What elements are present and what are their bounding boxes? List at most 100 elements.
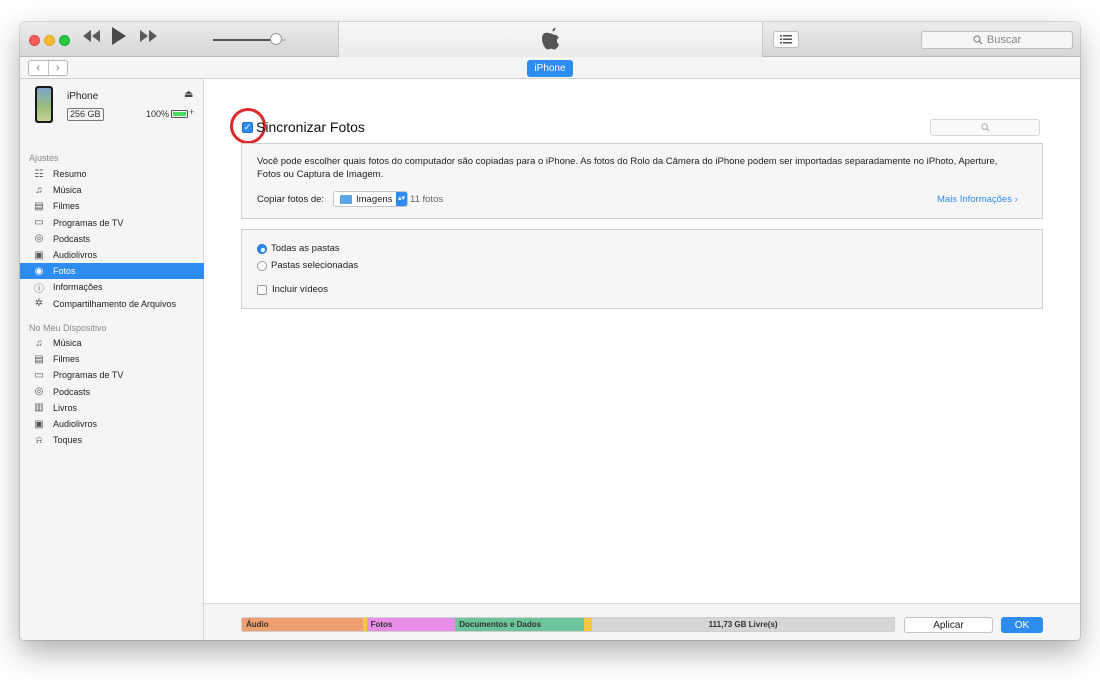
sidebar-item-label: Informações <box>53 282 103 293</box>
all-folders-radio[interactable] <box>257 243 267 254</box>
sidebar-device-item-filmes[interactable]: ▤ Filmes <box>20 351 204 367</box>
include-videos-label: Incluir vídeos <box>272 284 328 295</box>
sidebar-device-item-podcasts[interactable]: ◎ Podcasts <box>20 384 204 400</box>
storage-segment: Áudio <box>242 618 363 631</box>
film-icon: ▤ <box>34 353 44 365</box>
iphone-device-icon <box>35 86 53 123</box>
film-icon: ▤ <box>34 200 44 212</box>
sidebar-item-label: Fotos <box>53 266 76 277</box>
option-all-folders[interactable]: Todas as pastas <box>257 243 340 254</box>
sidebar-item-label: Podcasts <box>53 233 91 244</box>
device-capacity-badge: 256 GB <box>67 108 104 121</box>
copy-from-value: Imagens <box>356 193 393 205</box>
main-content: ✓ Sincronizar Fotos Você pode escolher q… <box>204 79 1080 640</box>
sidebar-item-label: Música <box>53 185 82 196</box>
podcast-icon: ◎ <box>34 386 44 398</box>
sidebar-item-label: Filmes <box>53 354 80 365</box>
include-videos-checkbox[interactable] <box>257 284 267 295</box>
chevron-right-icon[interactable]: › <box>49 61 68 75</box>
book-icon: ▥ <box>34 402 44 414</box>
tv-icon: ▭ <box>34 217 44 229</box>
sidebar-item-resumo[interactable]: ☷ Resumo <box>20 166 204 182</box>
sidebar-device-item-livros[interactable]: ▥ Livros <box>20 400 204 416</box>
history-navigation: ‹ › <box>28 60 68 76</box>
summary-icon: ☷ <box>34 168 44 180</box>
device-tab-iphone[interactable]: iPhone <box>527 60 573 77</box>
podcast-icon: ◎ <box>34 233 44 245</box>
storage-segment <box>583 618 593 631</box>
storage-segment: Documentos e Dados <box>455 618 584 631</box>
audiobook-icon: ▣ <box>34 418 44 430</box>
tv-icon: ▭ <box>34 369 44 381</box>
select-stepper-icon: ▴▾ <box>396 192 407 206</box>
sync-photos-title: Sincronizar Fotos <box>256 119 365 135</box>
ok-button[interactable]: OK <box>1001 617 1043 633</box>
volume-slider-knob[interactable] <box>270 33 282 45</box>
sidebar-item-label: Compartilhamento de Arquivos <box>53 298 177 309</box>
close-window-button[interactable] <box>29 35 40 46</box>
sidebar-item-label: Livros <box>53 402 78 413</box>
sidebar-item-label: Programas de TV <box>53 370 124 381</box>
option-include-videos[interactable]: Incluir vídeos <box>257 284 328 295</box>
sidebar-item-label: Resumo <box>53 169 87 179</box>
up-next-list-button[interactable] <box>773 31 799 48</box>
chevron-left-icon[interactable]: ‹ <box>29 61 49 75</box>
sidebar-item-audiolivros[interactable]: ▣ Audiolivros <box>20 247 204 263</box>
battery-percentage: 100% <box>146 109 170 119</box>
music-icon: ♫ <box>35 337 43 349</box>
sidebar: iPhone ⏏ 256 GB 100% + Ajustes ☷ Resumo ♫ M… <box>20 79 204 640</box>
sidebar-item-fotos[interactable]: ◉ Fotos <box>20 263 204 280</box>
eject-icon[interactable]: ⏏ <box>184 89 193 100</box>
apple-logo-icon <box>339 26 762 55</box>
play-icon[interactable] <box>110 26 128 51</box>
sidebar-device-item-m-sica[interactable]: ♫ Música <box>20 335 204 351</box>
storage-footer: Áudio Fotos Documentos e Dados 111,73 GB Li… <box>204 603 1080 640</box>
sidebar-item-label: Podcasts <box>53 386 91 397</box>
device-name: iPhone <box>67 91 99 102</box>
search-icon <box>973 35 983 45</box>
zoom-window-button[interactable] <box>59 35 70 46</box>
chevron-right-icon: › <box>1014 194 1018 205</box>
fast-forward-icon[interactable] <box>138 28 158 50</box>
photo-count: 11 fotos <box>410 194 444 205</box>
bell-icon: ⍾ <box>35 434 43 446</box>
sidebar-item-programas-de-tv[interactable]: ▭ Programas de TV <box>20 215 204 231</box>
sidebar-device-item-audiolivros[interactable]: ▣ Audiolivros <box>20 416 204 432</box>
sidebar-item-label: Audiolivros <box>53 419 98 429</box>
sidebar-item-label: Filmes <box>53 201 80 212</box>
battery-level-fill <box>173 112 186 116</box>
battery-icon <box>171 110 188 118</box>
more-info-label: Mais Informações <box>937 194 1012 205</box>
option-selected-folders[interactable]: Pastas selecionadas <box>257 260 358 271</box>
sidebar-item-informa-es[interactable]: ⓘ Informações <box>20 279 204 295</box>
search-icon <box>980 123 989 132</box>
sidebar-item-filmes[interactable]: ▤ Filmes <box>20 198 204 214</box>
rewind-icon[interactable] <box>82 28 102 50</box>
folder-options-panel: Todas as pastas Pastas selecionadas Incl… <box>241 229 1043 309</box>
search-input[interactable]: Buscar <box>921 31 1073 49</box>
selected-folders-label: Pastas selecionadas <box>271 260 359 271</box>
storage-capacity-bar: Áudio Fotos Documentos e Dados 111,73 GB Li… <box>241 617 895 632</box>
list-icon <box>780 35 792 44</box>
photos-search-input[interactable] <box>930 119 1040 136</box>
selected-folders-radio[interactable] <box>257 260 267 271</box>
volume-slider-track[interactable] <box>213 39 273 41</box>
sidebar-item-podcasts[interactable]: ◎ Podcasts <box>20 231 204 247</box>
file-sharing-icon: ✲ <box>34 298 44 310</box>
apply-button[interactable]: Aplicar <box>904 617 993 633</box>
storage-segment: Fotos <box>366 618 456 631</box>
title-bar: Buscar <box>20 22 1080 57</box>
copy-from-select[interactable]: Imagens ▴▾ <box>333 191 408 207</box>
minimize-window-button[interactable] <box>44 35 55 46</box>
sidebar-device-item-toques[interactable]: ⍾ Toques <box>20 432 204 448</box>
photos-description: Você pode escolher quais fotos do comput… <box>257 156 998 180</box>
more-info-link[interactable]: Mais Informações › <box>937 194 1018 205</box>
all-folders-label: Todas as pastas <box>271 243 340 254</box>
camera-icon: ◉ <box>34 265 44 277</box>
sidebar-device-item-programas-de-tv[interactable]: ▭ Programas de TV <box>20 367 204 383</box>
charging-icon: + <box>189 107 195 117</box>
navigation-bar: ‹ › iPhone <box>20 57 1080 79</box>
sidebar-item-compartilhamento-de-arquivos[interactable]: ✲ Compartilhamento de Arquivos <box>20 296 204 312</box>
folder-icon <box>340 194 352 204</box>
sidebar-item-m-sica[interactable]: ♫ Música <box>20 182 204 198</box>
